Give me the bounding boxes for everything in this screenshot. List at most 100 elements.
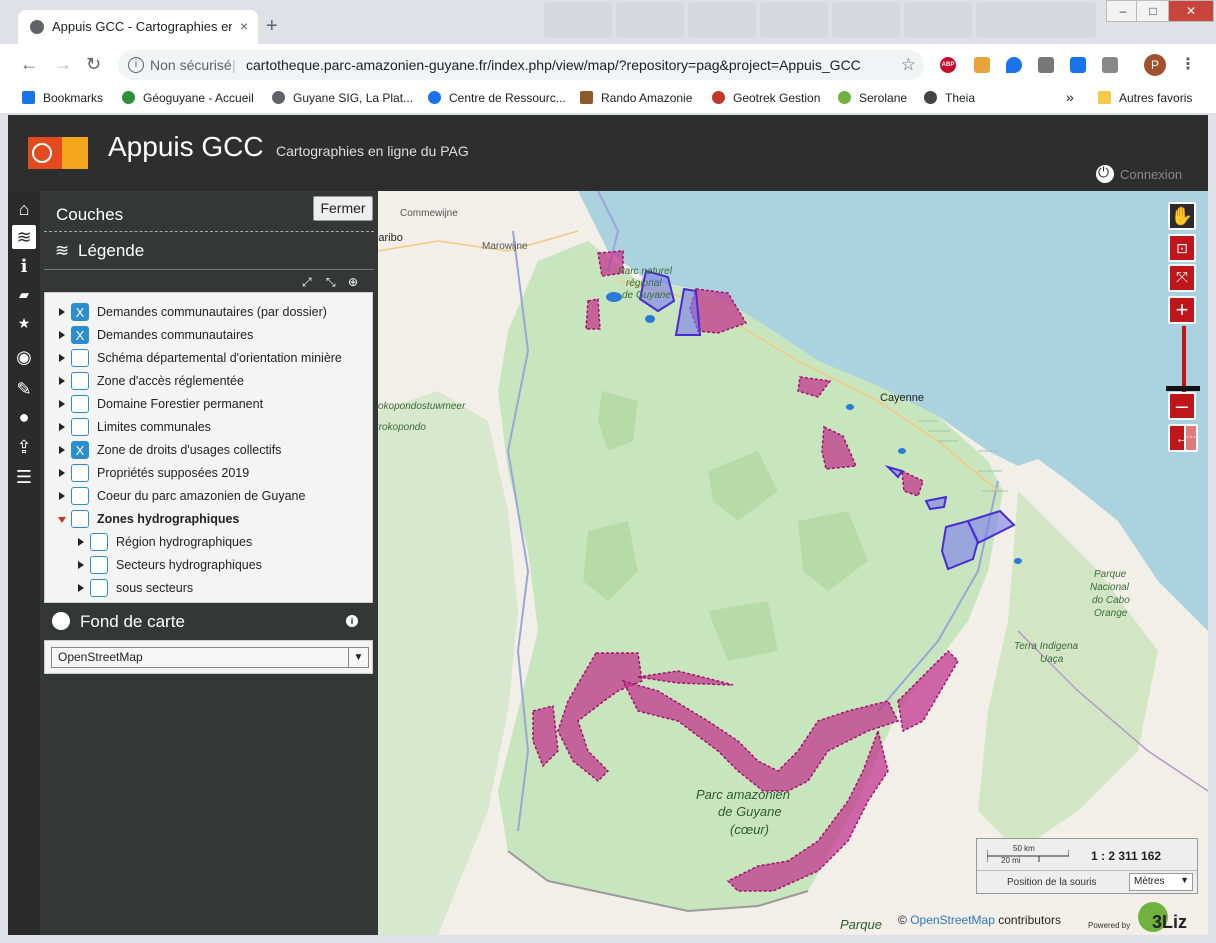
extension-icon[interactable] [1102, 57, 1118, 73]
extension-icon[interactable] [974, 57, 990, 73]
chevron-down-icon: ▼ [1180, 875, 1189, 885]
next-view-icon[interactable]: ⋯ [1184, 424, 1198, 452]
share-icon[interactable]: ⇪ [12, 435, 36, 459]
bookmark-item[interactable]: Bookmarks [22, 91, 103, 105]
zoom-out-button[interactable]: – [1168, 392, 1196, 420]
bookmark-item[interactable]: Rando Amazonie [580, 91, 692, 105]
layers-icon[interactable]: ≋ [12, 225, 36, 249]
layer-checkbox[interactable] [71, 510, 89, 528]
water-drop-extension-icon[interactable] [1006, 57, 1022, 73]
units-select[interactable]: Mètres ▼ [1129, 873, 1193, 891]
bookmark-item[interactable]: Theia [924, 91, 975, 105]
expand-triangle-icon[interactable] [59, 423, 65, 431]
zoom-slider[interactable] [1182, 326, 1186, 392]
zoom-to-layer-icon[interactable]: ⊕ [348, 275, 358, 289]
chevron-down-icon[interactable]: ▼ [348, 648, 368, 667]
background-window-tab [760, 2, 828, 38]
close-window-button[interactable]: ✕ [1168, 0, 1214, 22]
zoom-slider-handle[interactable] [1166, 386, 1200, 391]
browser-tab[interactable]: Appuis GCC - Cartographies en li... × [18, 10, 258, 44]
expand-triangle-icon[interactable] [59, 331, 65, 339]
extension-icon[interactable] [1038, 57, 1054, 73]
url-text[interactable]: cartotheque.parc-amazonien-guyane.fr/ind… [246, 57, 861, 73]
expand-triangle-icon[interactable] [59, 377, 65, 385]
info-icon[interactable]: i [12, 255, 36, 279]
expand-triangle-icon[interactable] [59, 308, 65, 316]
layer-checkbox[interactable] [90, 556, 108, 574]
adblock-extension-icon[interactable]: ABP [940, 57, 956, 73]
measure-icon[interactable]: ✎ [12, 377, 36, 401]
reload-button[interactable]: ↻ [86, 54, 101, 74]
bookmark-label: Géoguyane - Accueil [143, 91, 254, 105]
expand-triangle-icon[interactable] [78, 584, 84, 592]
login-link[interactable]: Connexion [1120, 167, 1182, 182]
browser-menu-icon[interactable]: ⋮ [1180, 54, 1196, 74]
basemap-select[interactable]: OpenStreetMap ▼ [51, 647, 369, 668]
pan-hand-icon[interactable]: ✋ [1168, 202, 1196, 230]
locate-icon[interactable]: ◉ [12, 345, 36, 369]
stack-icon: ≋ [54, 241, 70, 260]
bookmark-label: Geotrek Gestion [733, 91, 821, 105]
layer-checkbox[interactable]: X [71, 441, 89, 459]
address-bar[interactable]: i Non sécurisé | cartotheque.parc-amazon… [118, 50, 924, 80]
power-icon[interactable] [1096, 164, 1114, 183]
layer-checkbox[interactable]: X [71, 326, 89, 344]
layer-label: Demandes communautaires (par dossier) [97, 305, 327, 319]
background-window-tab [688, 2, 756, 38]
collapse-all-icon[interactable]: ⤡ [326, 275, 336, 290]
layer-checkbox[interactable] [90, 533, 108, 551]
osm-link[interactable]: OpenStreetMap [910, 913, 995, 927]
map-label: Parque [1094, 569, 1127, 580]
extension-icon[interactable] [1070, 57, 1086, 73]
zoom-in-button[interactable]: + [1168, 296, 1196, 324]
layer-checkbox[interactable] [71, 464, 89, 482]
info-icon[interactable]: i [128, 57, 144, 73]
layer-checkbox[interactable] [71, 349, 89, 367]
3liz-logo[interactable]: 3Liz [1138, 902, 1200, 934]
tab-close-icon[interactable]: × [240, 18, 248, 34]
expand-triangle-icon[interactable] [59, 469, 65, 477]
layer-checkbox[interactable] [71, 487, 89, 505]
layer-checkbox[interactable] [90, 579, 108, 597]
other-bookmarks[interactable]: Autres favoris [1098, 91, 1192, 105]
list-icon[interactable]: ☰ [12, 465, 36, 489]
expand-triangle-icon[interactable] [59, 400, 65, 408]
new-tab-button[interactable]: + [266, 16, 278, 36]
bookmark-item[interactable]: Géoguyane - Accueil [122, 91, 254, 105]
map-attribution: © OpenStreetMap contributors [898, 913, 1061, 927]
expand-triangle-icon[interactable] [59, 492, 65, 500]
expand-triangle-icon[interactable] [59, 446, 65, 454]
layer-checkbox[interactable] [71, 418, 89, 436]
bookmark-item[interactable]: Geotrek Gestion [712, 91, 820, 105]
expand-triangle-icon[interactable] [78, 538, 84, 546]
layer-checkbox[interactable] [71, 395, 89, 413]
collapse-triangle-icon[interactable] [58, 517, 66, 523]
zoom-extent-icon[interactable]: ⤧ [1168, 264, 1196, 292]
legend-header[interactable]: ≋ Légende [52, 241, 144, 261]
maximize-button[interactable]: □ [1136, 0, 1170, 22]
bookmark-item[interactable]: Serolane [838, 91, 907, 105]
home-icon[interactable]: ⌂ [12, 197, 36, 221]
profile-avatar[interactable]: P [1144, 54, 1166, 76]
comment-icon[interactable]: ● [12, 405, 36, 429]
expand-triangle-icon[interactable] [59, 354, 65, 362]
layer-checkbox[interactable] [71, 372, 89, 390]
tooltip-icon[interactable]: ▰ [12, 283, 36, 307]
zoom-box-icon[interactable]: ⊡ [1168, 234, 1196, 262]
bookmark-item[interactable]: Centre de Ressourc... [428, 91, 566, 105]
close-panel-button[interactable]: Fermer [313, 196, 373, 221]
minimize-button[interactable]: – [1106, 0, 1140, 22]
expand-all-icon[interactable]: ⤢ [302, 275, 312, 290]
layer-checkbox[interactable]: X [71, 303, 89, 321]
back-button[interactable]: ← [20, 54, 38, 74]
forward-button[interactable]: → [54, 54, 72, 74]
star-icon[interactable]: ★ [12, 311, 36, 335]
bookmark-item[interactable]: Guyane SIG, La Plat... [272, 91, 413, 105]
info-icon[interactable]: i [346, 615, 358, 627]
map-canvas[interactable]: Commewijne Paramaribo Marowijne Parc nat… [378, 191, 1208, 935]
more-bookmarks-button[interactable]: » [1066, 89, 1074, 105]
bookmark-star-icon[interactable]: ☆ [901, 55, 916, 75]
layer-panel: Couches Fermer ≋ Légende ⤢ ⤡ ⊕ X Demandes … [40, 191, 378, 935]
expand-triangle-icon[interactable] [78, 561, 84, 569]
scale-km: 50 km [1013, 844, 1035, 853]
